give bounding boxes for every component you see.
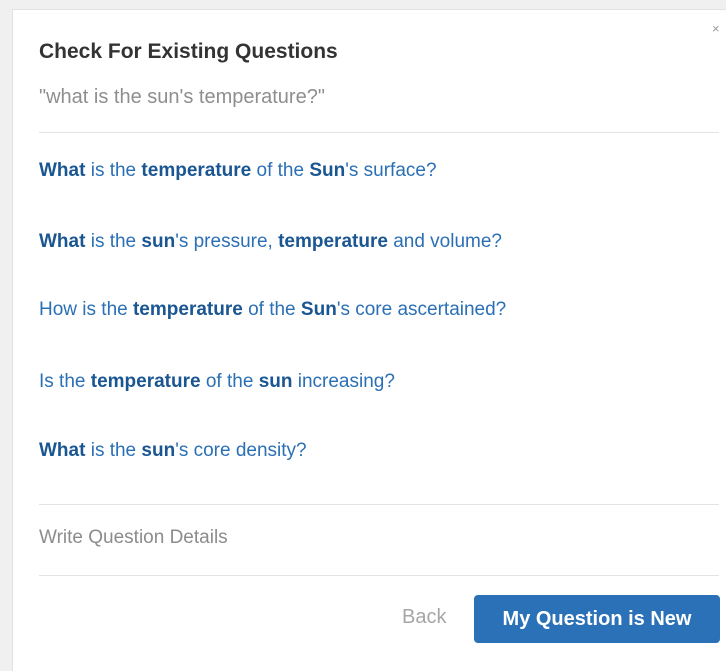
question-keyword: sun bbox=[258, 371, 293, 392]
question-keyword: What bbox=[39, 231, 86, 252]
question-keyword: sun bbox=[141, 440, 176, 461]
footer-divider bbox=[39, 575, 719, 576]
question-text: increasing? bbox=[292, 371, 395, 392]
question-keyword: What bbox=[39, 440, 86, 461]
suggested-question-link[interactable]: What is the sun's core density? bbox=[39, 440, 307, 462]
dialog-title: Check For Existing Questions bbox=[39, 40, 338, 63]
question-text: is the bbox=[85, 160, 142, 181]
question-keyword: Sun bbox=[300, 299, 337, 320]
question-text: is the bbox=[85, 440, 142, 461]
check-existing-questions-dialog: × Check For Existing Questions "what is … bbox=[12, 9, 726, 671]
suggested-question-link[interactable]: What is the sun's pressure, temperature … bbox=[39, 231, 502, 253]
suggested-question-link[interactable]: How is the temperature of the Sun's core… bbox=[39, 299, 506, 321]
question-text: and volume? bbox=[387, 231, 502, 252]
question-keyword: temperature bbox=[141, 160, 252, 181]
list-divider bbox=[39, 504, 719, 505]
header-divider bbox=[39, 132, 719, 133]
back-button[interactable]: Back bbox=[402, 606, 446, 629]
question-keyword: What bbox=[39, 160, 86, 181]
question-text: 's core ascertained? bbox=[336, 299, 507, 320]
question-keyword: Sun bbox=[309, 160, 346, 181]
close-icon[interactable]: × bbox=[712, 22, 720, 35]
question-keyword: sun bbox=[141, 231, 176, 252]
question-text: How is the bbox=[39, 299, 133, 320]
write-question-details-link[interactable]: Write Question Details bbox=[39, 527, 228, 549]
suggested-question-link[interactable]: Is the temperature of the sun increasing… bbox=[39, 371, 395, 393]
question-text: of the bbox=[242, 299, 301, 320]
question-text: Is the bbox=[39, 371, 91, 392]
question-text: of the bbox=[200, 371, 259, 392]
question-text: 's surface? bbox=[345, 160, 437, 181]
question-keyword: temperature bbox=[132, 299, 243, 320]
my-question-is-new-button[interactable]: My Question is New bbox=[474, 595, 720, 643]
question-text: 's core density? bbox=[175, 440, 307, 461]
question-text: 's pressure, bbox=[175, 231, 279, 252]
question-keyword: temperature bbox=[278, 231, 388, 252]
question-query-text: "what is the sun's temperature?" bbox=[39, 86, 325, 108]
question-text: is the bbox=[85, 231, 142, 252]
suggested-question-link[interactable]: What is the temperature of the Sun's sur… bbox=[39, 160, 437, 182]
question-text: of the bbox=[251, 160, 310, 181]
question-keyword: temperature bbox=[90, 371, 201, 392]
